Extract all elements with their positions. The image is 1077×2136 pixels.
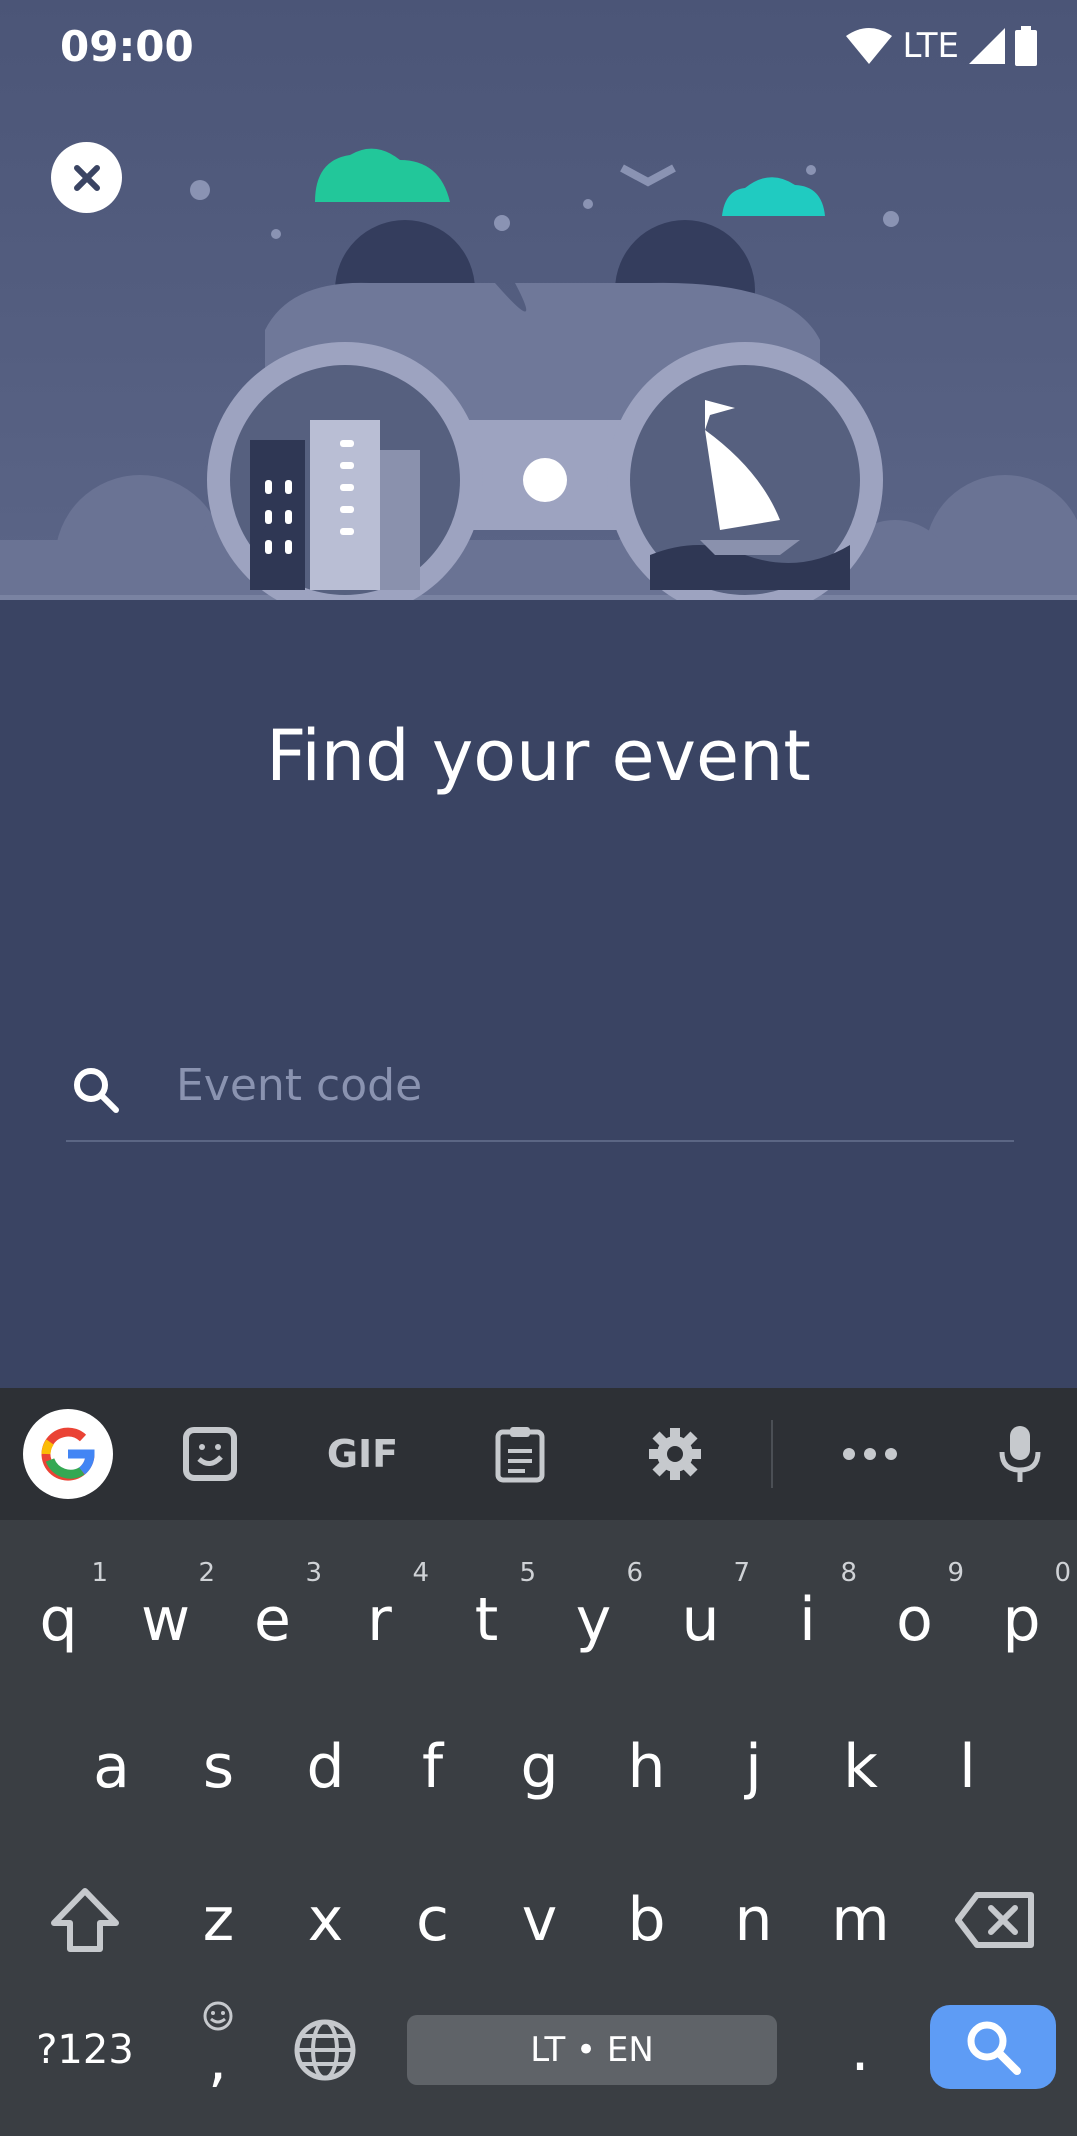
keyboard-toolbar: GIF — [0, 1388, 1077, 1520]
comma-key[interactable]: , — [185, 1990, 250, 2110]
key-k[interactable]: k — [807, 1707, 914, 1827]
shift-icon — [51, 1888, 119, 1952]
key-o[interactable]: o9 — [861, 1558, 968, 1680]
key-a[interactable]: a — [58, 1707, 165, 1827]
event-code-input[interactable] — [176, 1050, 996, 1120]
voice-input-button[interactable] — [980, 1388, 1060, 1520]
page-title: Find your event — [266, 715, 811, 797]
key-w[interactable]: w2 — [112, 1558, 219, 1680]
status-bar: 09:00 LTE — [0, 0, 1077, 95]
status-icons: LTE — [846, 24, 1037, 68]
key-y[interactable]: y6 — [540, 1558, 647, 1680]
period-key[interactable]: . — [810, 1990, 910, 2110]
wifi-icon — [846, 28, 893, 64]
key-e[interactable]: e3 — [219, 1558, 326, 1680]
key-q[interactable]: q1 — [5, 1558, 112, 1680]
network-type-label: LTE — [902, 26, 959, 66]
key-t[interactable]: t5 — [433, 1558, 540, 1680]
clipboard-button[interactable] — [480, 1388, 560, 1520]
more-dots-icon — [843, 1448, 897, 1460]
key-x[interactable]: x — [272, 1860, 379, 1980]
more-options-button[interactable] — [830, 1388, 910, 1520]
key-c[interactable]: c — [379, 1860, 486, 1980]
battery-icon — [1015, 26, 1037, 66]
signal-icon — [969, 28, 1005, 64]
search-icon — [74, 1068, 119, 1113]
symbols-key[interactable]: ?123 — [20, 1990, 150, 2110]
search-action-key[interactable] — [930, 2005, 1056, 2089]
backspace-key[interactable] — [940, 1860, 1050, 1980]
key-g[interactable]: g — [486, 1707, 593, 1827]
event-code-search[interactable] — [66, 1050, 1014, 1142]
language-key[interactable] — [280, 1990, 370, 2110]
settings-button[interactable] — [635, 1388, 715, 1520]
key-v[interactable]: v — [486, 1860, 593, 1980]
clipboard-icon — [495, 1427, 545, 1483]
shift-key[interactable] — [30, 1860, 140, 1980]
key-z[interactable]: z — [165, 1860, 272, 1980]
key-s[interactable]: s — [165, 1707, 272, 1827]
gif-button[interactable]: GIF — [315, 1388, 410, 1520]
key-u[interactable]: u7 — [647, 1558, 754, 1680]
space-bar[interactable]: LT • EN — [407, 2015, 777, 2085]
globe-icon — [294, 2019, 356, 2081]
keyboard: q1 w2 e3 r4 t5 y6 u7 i8 o9 p0 a s d f g … — [0, 1520, 1077, 2136]
google-button[interactable] — [22, 1388, 114, 1520]
toolbar-divider — [771, 1420, 773, 1488]
key-j[interactable]: j — [700, 1707, 807, 1827]
close-icon — [73, 164, 100, 191]
backspace-icon — [955, 1892, 1034, 1948]
key-b[interactable]: b — [593, 1860, 700, 1980]
key-p[interactable]: p0 — [968, 1558, 1075, 1680]
key-l[interactable]: l — [914, 1707, 1021, 1827]
key-f[interactable]: f — [379, 1707, 486, 1827]
key-i[interactable]: i8 — [754, 1558, 861, 1680]
sticker-icon — [183, 1427, 237, 1481]
key-h[interactable]: h — [593, 1707, 700, 1827]
key-n[interactable]: n — [700, 1860, 807, 1980]
status-time: 09:00 — [60, 22, 194, 71]
gear-icon — [649, 1428, 701, 1480]
google-g-icon — [41, 1427, 95, 1481]
search-icon — [967, 2021, 1021, 2075]
key-d[interactable]: d — [272, 1707, 379, 1827]
sticker-button[interactable] — [170, 1388, 250, 1520]
key-m[interactable]: m — [807, 1860, 914, 1980]
close-button[interactable] — [51, 142, 122, 213]
key-r[interactable]: r4 — [326, 1558, 433, 1680]
microphone-icon — [999, 1426, 1041, 1482]
